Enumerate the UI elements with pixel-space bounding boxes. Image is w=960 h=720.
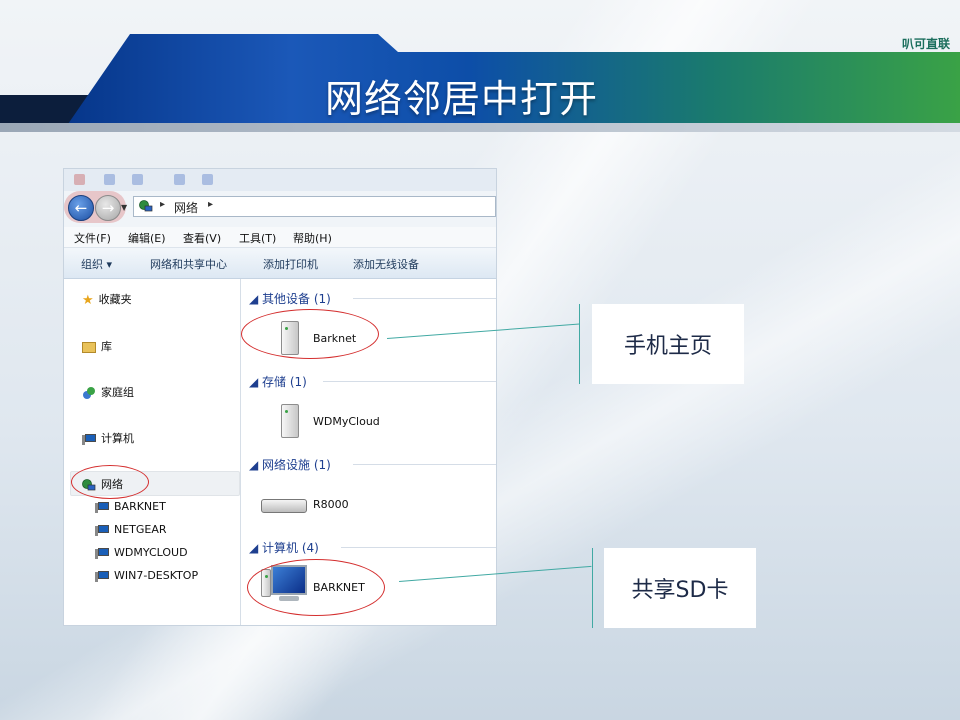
group-divider [341, 547, 496, 548]
history-dropdown-icon[interactable]: ▼ [121, 203, 127, 212]
nav-network-child-label: WIN7-DESKTOP [114, 569, 199, 582]
nav-homegroup-label: 家庭组 [101, 386, 134, 399]
storage-tower-icon [281, 404, 299, 438]
forward-button[interactable]: → [95, 195, 121, 221]
slide-title: 网络邻居中打开 [325, 77, 599, 121]
group-header-other-devices[interactable]: ◢ 其他设备 (1) [249, 290, 331, 307]
nav-homegroup[interactable]: 家庭组 [82, 384, 134, 400]
nav-network-child-label: NETGEAR [114, 523, 167, 536]
quick-icon-4 [174, 174, 185, 185]
callout-bracket [579, 304, 580, 384]
computer-icon [82, 433, 97, 445]
menu-file[interactable]: 文件(F) [74, 230, 111, 246]
nav-library-label: 库 [101, 340, 112, 353]
menu-help[interactable]: 帮助(H) [293, 230, 332, 246]
content-pane: ◢ 其他设备 (1) Barknet ◢ 存储 (1) WDMyCloud ◢ … [241, 279, 496, 625]
callout-shared-sd: 共享SD卡 [604, 548, 756, 628]
nav-network-child-label: BARKNET [114, 500, 166, 513]
computer-icon [95, 524, 110, 536]
explorer-window: ← → ▼ ▸ 网络 ▸ 文件(F) 编辑(E) 查看(V) 工具(T) 帮助(… [64, 169, 496, 625]
nav-network-child[interactable]: WDMYCLOUD [95, 546, 188, 559]
device-r8000[interactable]: R8000 [313, 498, 349, 511]
add-wireless-device-button[interactable]: 添加无线设备 [353, 256, 419, 272]
group-divider [353, 464, 496, 465]
menu-tools[interactable]: 工具(T) [239, 230, 276, 246]
computer-icon [95, 501, 110, 513]
homegroup-icon [83, 387, 95, 399]
router-icon [261, 499, 307, 513]
group-header-label: 存储 (1) [262, 375, 307, 389]
barknet-computer-highlight-ring [247, 559, 385, 616]
callout-phone-home: 手机主页 [592, 304, 744, 384]
group-header-label: 计算机 (4) [262, 541, 319, 555]
group-divider [353, 298, 496, 299]
group-divider [323, 381, 496, 382]
quick-icon-5 [202, 174, 213, 185]
quick-icon-2 [104, 174, 115, 185]
nav-network-child[interactable]: BARKNET [95, 500, 166, 513]
folder-icon [82, 341, 96, 353]
quick-access-bar [64, 169, 496, 191]
nav-computer[interactable]: 计算机 [82, 430, 134, 446]
header-light-stripe [0, 123, 960, 132]
group-header-storage[interactable]: ◢ 存储 (1) [249, 373, 307, 390]
menu-bar: 文件(F) 编辑(E) 查看(V) 工具(T) 帮助(H) [64, 227, 496, 248]
nav-favorites-label: 收藏夹 [98, 293, 132, 306]
group-header-label: 网络设施 (1) [262, 458, 331, 472]
nav-library[interactable]: 库 [82, 338, 112, 354]
network-highlight-ring [71, 465, 149, 499]
navigation-pane: ★ 收藏夹 库 家庭组 计算机 网络 BARKNET NETGEAR WDMYC… [64, 279, 241, 625]
add-printer-button[interactable]: 添加打印机 [263, 256, 318, 272]
menu-edit[interactable]: 编辑(E) [128, 230, 166, 246]
device-wdmycloud[interactable]: WDMyCloud [313, 415, 380, 428]
quick-icon-1 [74, 174, 85, 185]
quick-icon-3 [132, 174, 143, 185]
breadcrumb-chevron-icon[interactable]: ▸ [208, 199, 213, 210]
address-row: ← → ▼ ▸ 网络 ▸ [64, 191, 496, 231]
group-header-network-infrastructure[interactable]: ◢ 网络设施 (1) [249, 456, 331, 473]
callout-bracket [592, 548, 593, 628]
nav-network-child-label: WDMYCLOUD [114, 546, 188, 559]
command-bar: 组织 ▾ 网络和共享中心 添加打印机 添加无线设备 [64, 248, 496, 279]
nav-favorites[interactable]: ★ 收藏夹 [82, 291, 132, 308]
address-bar[interactable]: ▸ 网络 ▸ [133, 196, 496, 217]
barknet-highlight-ring [241, 309, 379, 359]
nav-network-child[interactable]: NETGEAR [95, 523, 167, 536]
network-sharing-center-button[interactable]: 网络和共享中心 [150, 256, 227, 272]
menu-view[interactable]: 查看(V) [183, 230, 221, 246]
group-header-computers[interactable]: ◢ 计算机 (4) [249, 539, 319, 556]
nav-network-child[interactable]: WIN7-DESKTOP [95, 569, 198, 582]
organize-button[interactable]: 组织 ▾ [81, 256, 112, 272]
nav-computer-label: 计算机 [101, 432, 134, 445]
computer-icon [95, 570, 110, 582]
network-icon [139, 200, 153, 212]
group-header-label: 其他设备 (1) [262, 292, 331, 306]
brand-label: 叭可直联 [901, 37, 950, 51]
back-button[interactable]: ← [68, 195, 94, 221]
breadcrumb-separator-icon[interactable]: ▸ [160, 199, 165, 210]
breadcrumb-network[interactable]: 网络 [174, 199, 198, 216]
computer-icon [95, 547, 110, 559]
star-icon: ★ [82, 292, 94, 308]
